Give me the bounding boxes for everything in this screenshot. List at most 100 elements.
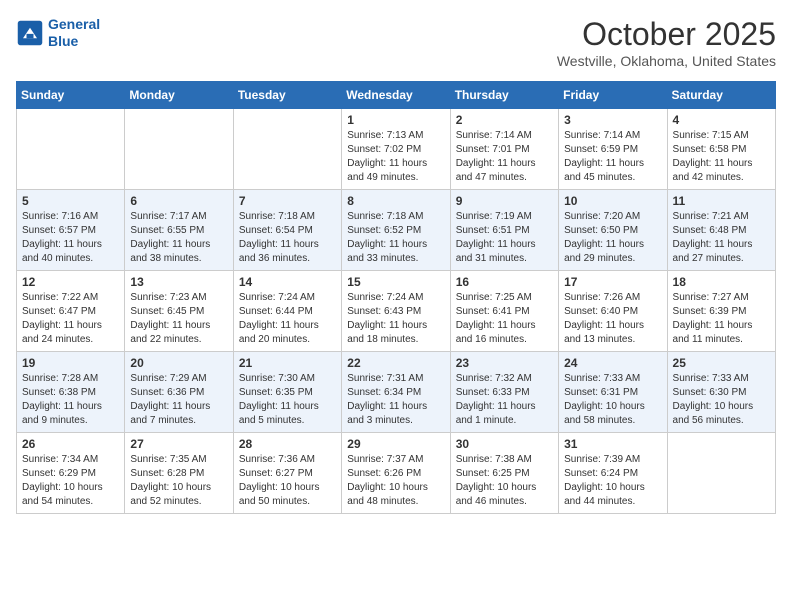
day-number: 20 — [130, 356, 227, 370]
day-number: 1 — [347, 113, 444, 127]
location: Westville, Oklahoma, United States — [557, 53, 776, 69]
weekday-header: Friday — [559, 82, 667, 109]
day-number: 2 — [456, 113, 553, 127]
day-number: 17 — [564, 275, 661, 289]
day-number: 26 — [22, 437, 119, 451]
day-number: 13 — [130, 275, 227, 289]
day-info: Sunrise: 7:35 AM Sunset: 6:28 PM Dayligh… — [130, 453, 227, 509]
weekday-header-row: SundayMondayTuesdayWednesdayThursdayFrid… — [17, 82, 776, 109]
day-number: 16 — [456, 275, 553, 289]
weekday-header: Wednesday — [342, 82, 450, 109]
day-info: Sunrise: 7:13 AM Sunset: 7:02 PM Dayligh… — [347, 129, 444, 185]
day-number: 28 — [239, 437, 336, 451]
day-number: 29 — [347, 437, 444, 451]
day-number: 21 — [239, 356, 336, 370]
day-number: 12 — [22, 275, 119, 289]
day-info: Sunrise: 7:19 AM Sunset: 6:51 PM Dayligh… — [456, 210, 553, 266]
day-number: 9 — [456, 194, 553, 208]
day-number: 19 — [22, 356, 119, 370]
day-info: Sunrise: 7:24 AM Sunset: 6:44 PM Dayligh… — [239, 291, 336, 347]
calendar-cell: 23Sunrise: 7:32 AM Sunset: 6:33 PM Dayli… — [450, 352, 558, 433]
calendar-cell: 18 Sunrise: 7:27 AM Sunset: 6:39 PM Dayli… — [667, 271, 775, 352]
day-info: Sunrise: 7:20 AM Sunset: 6:50 PM Dayligh… — [564, 210, 661, 266]
calendar-cell: 11 Sunrise: 7:21 AM Sunset: 6:48 PM Dayli… — [667, 190, 775, 271]
calendar-cell: 1 Sunrise: 7:13 AM Sunset: 7:02 PM Daylig… — [342, 109, 450, 190]
calendar-cell: 27 Sunrise: 7:35 AM Sunset: 6:28 PM Dayli… — [125, 433, 233, 514]
calendar-cell — [17, 109, 125, 190]
day-info: Sunrise: 7:29 AM Sunset: 6:36 PM Dayligh… — [130, 372, 227, 428]
day-number: 11 — [673, 194, 770, 208]
day-info: Sunrise: 7:21 AM Sunset: 6:48 PM Dayligh… — [673, 210, 770, 266]
day-info: Sunrise: 7:30 AM Sunset: 6:35 PM Dayligh… — [239, 372, 336, 428]
day-info: Sunrise: 7:27 AM Sunset: 6:39 PM Dayligh… — [673, 291, 770, 347]
day-info: Sunrise: 7:39 AM Sunset: 6:24 PM Dayligh… — [564, 453, 661, 509]
day-info: Sunrise: 7:24 AM Sunset: 6:43 PM Dayligh… — [347, 291, 444, 347]
weekday-header: Monday — [125, 82, 233, 109]
day-number: 7 — [239, 194, 336, 208]
day-info: Sunrise: 7:28 AM Sunset: 6:38 PM Dayligh… — [22, 372, 119, 428]
day-number: 22 — [347, 356, 444, 370]
logo-line2: Blue — [48, 33, 78, 49]
day-info: Sunrise: 7:38 AM Sunset: 6:25 PM Dayligh… — [456, 453, 553, 509]
day-info: Sunrise: 7:17 AM Sunset: 6:55 PM Dayligh… — [130, 210, 227, 266]
calendar-cell: 3Sunrise: 7:14 AM Sunset: 6:59 PM Daylig… — [559, 109, 667, 190]
calendar-cell: 24Sunrise: 7:33 AM Sunset: 6:31 PM Dayli… — [559, 352, 667, 433]
calendar-week-row: 12 Sunrise: 7:22 AM Sunset: 6:47 PM Dayli… — [17, 271, 776, 352]
day-info: Sunrise: 7:32 AM Sunset: 6:33 PM Dayligh… — [456, 372, 553, 428]
calendar-cell: 16 Sunrise: 7:25 AM Sunset: 6:41 PM Dayli… — [450, 271, 558, 352]
calendar-week-row: 5 Sunrise: 7:16 AM Sunset: 6:57 PM Daylig… — [17, 190, 776, 271]
calendar-cell: 29 Sunrise: 7:37 AM Sunset: 6:26 PM Dayli… — [342, 433, 450, 514]
logo-line1: General — [48, 16, 100, 32]
calendar-cell: 19 Sunrise: 7:28 AM Sunset: 6:38 PM Dayli… — [17, 352, 125, 433]
day-info: Sunrise: 7:16 AM Sunset: 6:57 PM Dayligh… — [22, 210, 119, 266]
calendar-cell: 28 Sunrise: 7:36 AM Sunset: 6:27 PM Dayli… — [233, 433, 341, 514]
calendar-cell: 30 Sunrise: 7:38 AM Sunset: 6:25 PM Dayli… — [450, 433, 558, 514]
calendar-cell — [233, 109, 341, 190]
weekday-header: Saturday — [667, 82, 775, 109]
title-block: October 2025 Westville, Oklahoma, United… — [557, 16, 776, 69]
month-title: October 2025 — [557, 16, 776, 53]
calendar-week-row: 1 Sunrise: 7:13 AM Sunset: 7:02 PM Daylig… — [17, 109, 776, 190]
day-number: 30 — [456, 437, 553, 451]
day-number: 6 — [130, 194, 227, 208]
logo: General Blue — [16, 16, 100, 50]
day-number: 25 — [673, 356, 770, 370]
weekday-header: Tuesday — [233, 82, 341, 109]
day-info: Sunrise: 7:33 AM Sunset: 6:30 PM Dayligh… — [673, 372, 770, 428]
calendar-cell: 14 Sunrise: 7:24 AM Sunset: 6:44 PM Dayli… — [233, 271, 341, 352]
day-number: 18 — [673, 275, 770, 289]
calendar-cell: 31 Sunrise: 7:39 AM Sunset: 6:24 PM Dayli… — [559, 433, 667, 514]
day-info: Sunrise: 7:26 AM Sunset: 6:40 PM Dayligh… — [564, 291, 661, 347]
day-info: Sunrise: 7:18 AM Sunset: 6:52 PM Dayligh… — [347, 210, 444, 266]
day-info: Sunrise: 7:14 AM Sunset: 7:01 PM Dayligh… — [456, 129, 553, 185]
day-info: Sunrise: 7:15 AM Sunset: 6:58 PM Dayligh… — [673, 129, 770, 185]
day-number: 27 — [130, 437, 227, 451]
day-info: Sunrise: 7:37 AM Sunset: 6:26 PM Dayligh… — [347, 453, 444, 509]
day-info: Sunrise: 7:23 AM Sunset: 6:45 PM Dayligh… — [130, 291, 227, 347]
calendar-cell: 6 Sunrise: 7:17 AM Sunset: 6:55 PM Daylig… — [125, 190, 233, 271]
calendar-week-row: 26 Sunrise: 7:34 AM Sunset: 6:29 PM Dayli… — [17, 433, 776, 514]
calendar-cell: 9 Sunrise: 7:19 AM Sunset: 6:51 PM Daylig… — [450, 190, 558, 271]
calendar-cell: 4Sunrise: 7:15 AM Sunset: 6:58 PM Daylig… — [667, 109, 775, 190]
calendar-cell: 12 Sunrise: 7:22 AM Sunset: 6:47 PM Dayli… — [17, 271, 125, 352]
calendar-cell: 7Sunrise: 7:18 AM Sunset: 6:54 PM Daylig… — [233, 190, 341, 271]
calendar-cell: 13 Sunrise: 7:23 AM Sunset: 6:45 PM Dayli… — [125, 271, 233, 352]
day-info: Sunrise: 7:34 AM Sunset: 6:29 PM Dayligh… — [22, 453, 119, 509]
day-info: Sunrise: 7:25 AM Sunset: 6:41 PM Dayligh… — [456, 291, 553, 347]
day-number: 31 — [564, 437, 661, 451]
calendar-table: SundayMondayTuesdayWednesdayThursdayFrid… — [16, 81, 776, 514]
logo-icon — [16, 19, 44, 47]
calendar-cell: 8Sunrise: 7:18 AM Sunset: 6:52 PM Daylig… — [342, 190, 450, 271]
calendar-cell: 21 Sunrise: 7:30 AM Sunset: 6:35 PM Dayli… — [233, 352, 341, 433]
day-number: 5 — [22, 194, 119, 208]
day-info: Sunrise: 7:31 AM Sunset: 6:34 PM Dayligh… — [347, 372, 444, 428]
calendar-cell: 26 Sunrise: 7:34 AM Sunset: 6:29 PM Dayli… — [17, 433, 125, 514]
day-info: Sunrise: 7:22 AM Sunset: 6:47 PM Dayligh… — [22, 291, 119, 347]
calendar-cell: 2 Sunrise: 7:14 AM Sunset: 7:01 PM Daylig… — [450, 109, 558, 190]
day-info: Sunrise: 7:36 AM Sunset: 6:27 PM Dayligh… — [239, 453, 336, 509]
day-number: 24 — [564, 356, 661, 370]
calendar-cell: 22 Sunrise: 7:31 AM Sunset: 6:34 PM Dayli… — [342, 352, 450, 433]
calendar-cell: 15Sunrise: 7:24 AM Sunset: 6:43 PM Dayli… — [342, 271, 450, 352]
calendar-cell: 5 Sunrise: 7:16 AM Sunset: 6:57 PM Daylig… — [17, 190, 125, 271]
day-number: 14 — [239, 275, 336, 289]
